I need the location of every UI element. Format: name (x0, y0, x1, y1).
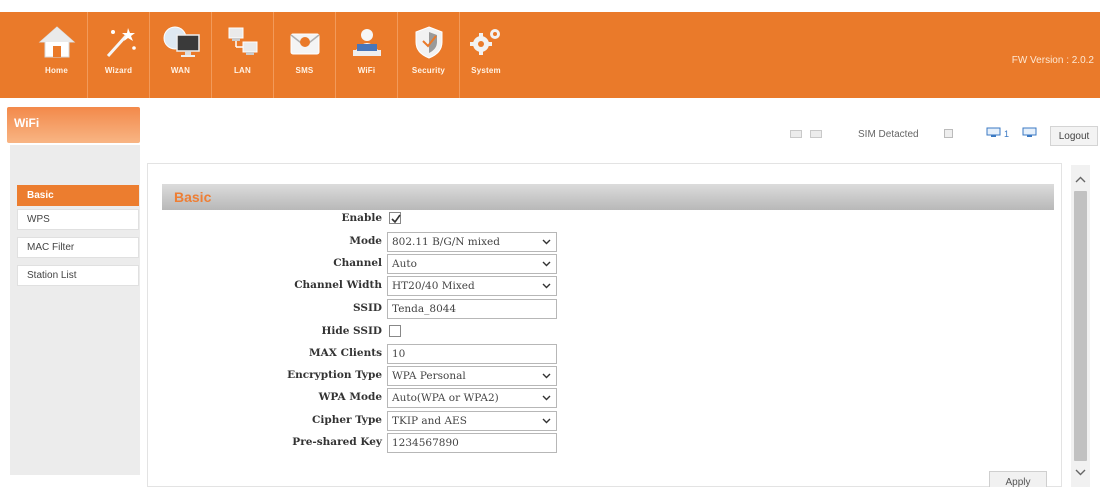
scrollbar[interactable] (1071, 165, 1090, 487)
top-nav-bar: Home Wizard WAN LAN SMS WiFi Security Sy… (0, 12, 1100, 98)
nav-home[interactable]: Home (26, 12, 88, 98)
panel-title: Basic (174, 189, 212, 205)
wpa-mode-value: Auto(WPA or WPA2) (392, 392, 499, 404)
cipher-type-label: Cipher Type (312, 414, 382, 426)
ssid-input[interactable]: Tenda_8044 (387, 299, 557, 319)
chevron-down-icon (542, 395, 551, 401)
channel-select[interactable]: Auto (387, 254, 557, 274)
channel-width-label: Channel Width (294, 279, 382, 291)
channel-value: Auto (392, 258, 417, 270)
scroll-down-icon[interactable] (1071, 465, 1090, 479)
sidebar-item-station-list[interactable]: Station List (17, 265, 139, 286)
psk-label: Pre-shared Key (292, 436, 382, 448)
nav-security[interactable]: Security (398, 12, 460, 98)
max-clients-label: MAX Clients (309, 347, 382, 359)
psk-input[interactable]: 1234567890 (387, 433, 557, 453)
channel-width-value: HT20/40 Mixed (392, 280, 475, 292)
nav-lan-label: LAN (233, 66, 252, 75)
row-hide-ssid: Hide SSID (148, 321, 648, 343)
logout-button[interactable]: Logout (1050, 126, 1098, 146)
chevron-down-icon (542, 239, 551, 245)
main-panel: Basic Enable Mode 802.11 B/G/N mixed Cha… (147, 163, 1062, 487)
fw-version: FW Version : 2.0.2 (1011, 55, 1094, 66)
sidebar: Basic WPS MAC Filter Station List (10, 145, 140, 475)
row-enable: Enable (148, 208, 648, 230)
nav-wan[interactable]: WAN (150, 12, 212, 98)
row-cipher-type: Cipher Type TKIP and AES (148, 410, 648, 432)
router-admin-page: Home Wizard WAN LAN SMS WiFi Security Sy… (0, 0, 1100, 487)
wizard-wand-icon (106, 28, 136, 58)
max-clients-input[interactable]: 10 (387, 344, 557, 364)
nav-wan-label: WAN (170, 66, 191, 75)
lan-monitor-icon (986, 127, 1001, 137)
wifi-monitor-icon (1022, 127, 1037, 137)
sidebar-item-mac-filter[interactable]: MAC Filter (17, 237, 139, 258)
globe-monitor-icon (163, 26, 200, 57)
chevron-down-icon (542, 261, 551, 267)
panel-title-bar: Basic (162, 184, 1054, 210)
channel-width-select[interactable]: HT20/40 Mixed (387, 276, 557, 296)
row-psk: Pre-shared Key 1234567890 (148, 432, 648, 454)
nav-wizard[interactable]: Wizard (88, 12, 150, 98)
encryption-type-label: Encryption Type (287, 369, 382, 381)
chevron-down-icon (542, 373, 551, 379)
section-title-tab: WiFi (7, 107, 140, 143)
nav-sms[interactable]: SMS (274, 12, 336, 98)
status-row: SIM Detacted 1 Logout (780, 126, 1100, 146)
encryption-type-value: WPA Personal (392, 370, 466, 382)
wifi-user-icon (352, 29, 381, 56)
sidebar-item-basic[interactable]: Basic (17, 185, 139, 206)
row-ssid: SSID Tenda_8044 (148, 298, 648, 320)
enable-label: Enable (341, 212, 382, 224)
sidebar-item-wps[interactable]: WPS (17, 209, 139, 230)
nav-wizard-label: Wizard (104, 66, 133, 75)
nav-home-label: Home (44, 66, 69, 75)
nav-lan[interactable]: LAN (212, 12, 274, 98)
client-count: 1 (1004, 129, 1010, 139)
section-title: WiFi (14, 116, 40, 130)
row-wpa-mode: WPA Mode Auto(WPA or WPA2) (148, 387, 648, 409)
chevron-down-icon (542, 283, 551, 289)
mode-select[interactable]: 802.11 B/G/N mixed (387, 232, 557, 252)
nav-security-label: Security (411, 66, 446, 75)
channel-label: Channel (333, 257, 382, 269)
apply-button[interactable]: Apply (989, 471, 1047, 487)
nav-sms-label: SMS (295, 66, 314, 75)
enable-checkbox[interactable] (389, 212, 401, 224)
wpa-mode-select[interactable]: Auto(WPA or WPA2) (387, 388, 557, 408)
gears-icon (470, 29, 500, 55)
envelope-icon (290, 33, 319, 55)
row-encryption-type: Encryption Type WPA Personal (148, 365, 648, 387)
network-icon (810, 130, 822, 138)
hide-ssid-checkbox[interactable] (389, 325, 401, 337)
lan-computers-icon (228, 27, 257, 55)
signal-icon (790, 130, 802, 138)
nav-system[interactable]: System (460, 12, 512, 98)
cipher-type-select[interactable]: TKIP and AES (387, 411, 557, 431)
ssid-label: SSID (353, 302, 382, 314)
scrollbar-thumb[interactable] (1074, 191, 1087, 461)
nav-wifi[interactable]: WiFi (336, 12, 398, 98)
cipher-type-value: TKIP and AES (392, 415, 467, 427)
shield-icon (415, 26, 442, 59)
home-icon (38, 26, 75, 58)
check-icon (391, 214, 401, 224)
row-mode: Mode 802.11 B/G/N mixed (148, 231, 648, 253)
sim-icon (944, 129, 953, 138)
nav-wifi-label: WiFi (357, 66, 376, 75)
row-max-clients: MAX Clients 10 (148, 343, 648, 365)
hide-ssid-label: Hide SSID (321, 325, 382, 337)
mode-value: 802.11 B/G/N mixed (392, 236, 500, 248)
chevron-down-icon (542, 418, 551, 424)
sim-status-text: SIM Detacted (858, 129, 919, 140)
nav-system-label: System (471, 66, 501, 75)
encryption-type-select[interactable]: WPA Personal (387, 366, 557, 386)
wpa-mode-label: WPA Mode (318, 391, 382, 403)
row-channel: Channel Auto (148, 253, 648, 275)
main-nav: Home Wizard WAN LAN SMS WiFi Security Sy… (26, 12, 512, 98)
scroll-up-icon[interactable] (1071, 173, 1090, 187)
mode-label: Mode (349, 235, 382, 247)
row-channel-width: Channel Width HT20/40 Mixed (148, 275, 648, 297)
